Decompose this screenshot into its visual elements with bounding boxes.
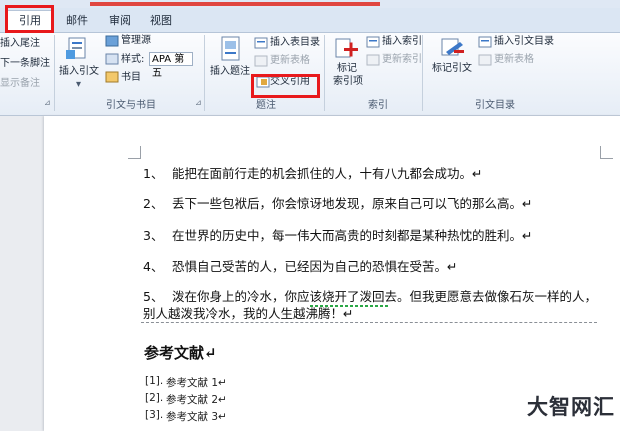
paragraph-text-continued[interactable]: 别人越泼我冷水，我的人生越沸腾！↵ bbox=[143, 306, 353, 322]
tab-view[interactable]: 视图 bbox=[150, 12, 172, 30]
mark-entry-button-line1[interactable]: 标记 bbox=[337, 63, 357, 75]
reference-number: [2]. bbox=[145, 392, 164, 404]
paragraph-number: 5、 bbox=[143, 289, 164, 304]
style-select[interactable]: APA 第五 bbox=[149, 52, 193, 79]
update-index-button[interactable]: 更新索引 bbox=[382, 54, 422, 66]
next-footnote-button[interactable]: 下一条脚注 bbox=[0, 58, 50, 70]
reference-number: [1]. bbox=[145, 375, 164, 387]
watermark-text: 大智网汇 bbox=[527, 395, 615, 419]
manage-sources-button[interactable]: 管理源 bbox=[121, 35, 151, 47]
title-strip bbox=[0, 0, 620, 8]
insert-index-icon[interactable] bbox=[366, 36, 380, 48]
dialog-launcher-icon[interactable]: ⊿ bbox=[44, 98, 51, 107]
cross-reference-highlight-box bbox=[251, 74, 320, 98]
bibliography-button[interactable]: 书目 bbox=[121, 72, 141, 84]
group-separator bbox=[324, 35, 325, 111]
paragraph-text[interactable]: 丢下一些包袱后，你会惊讶地发现，原来自己可以飞的那么高。↵ bbox=[172, 196, 532, 212]
insert-toa-button[interactable]: 插入引文目录 bbox=[494, 36, 554, 48]
paragraph-text[interactable]: 能把在面前行走的机会抓住的人，十有八九都会成功。↵ bbox=[172, 166, 482, 182]
mark-citation-button[interactable]: 标记引文 bbox=[432, 63, 472, 75]
dialog-launcher-icon[interactable]: ⊿ bbox=[195, 98, 202, 107]
update-toa-button[interactable]: 更新表格 bbox=[494, 54, 534, 66]
margin-corner-marker bbox=[128, 146, 141, 159]
mark-citation-icon[interactable] bbox=[440, 38, 466, 60]
index-group-label: 索引 bbox=[368, 100, 388, 111]
captions-group-label: 题注 bbox=[256, 100, 276, 111]
insert-citation-button[interactable]: 插入引文 bbox=[59, 66, 99, 78]
update-table-button[interactable]: 更新表格 bbox=[270, 55, 310, 67]
insert-caption-button[interactable]: 插入题注 bbox=[210, 66, 250, 78]
citations-group-label: 引文与书目 bbox=[106, 100, 156, 111]
style-label: 样式: bbox=[121, 54, 145, 65]
group-separator bbox=[54, 35, 55, 111]
insert-toa-icon[interactable] bbox=[478, 36, 492, 48]
references-heading[interactable]: 参考文献↵ bbox=[144, 342, 217, 363]
reference-item[interactable]: 参考文献 3↵ bbox=[166, 409, 227, 424]
mark-entry-icon[interactable] bbox=[334, 38, 360, 62]
paragraph-number: 1、 bbox=[143, 166, 164, 181]
insert-citation-icon[interactable] bbox=[66, 36, 90, 62]
group-separator bbox=[204, 35, 205, 111]
chevron-down-icon[interactable]: ▾ bbox=[76, 79, 81, 91]
paragraph-text[interactable]: 泼在你身上的冷水，你应该烧开了泼回去。但我更愿意去做像石灰一样的人， bbox=[172, 289, 597, 305]
insert-table-of-figures-button[interactable]: 插入表目录 bbox=[270, 37, 320, 49]
reference-item[interactable]: 参考文献 2↵ bbox=[166, 392, 227, 407]
paragraph-text[interactable]: 恐惧自己受苦的人，已经因为自己的恐惧在受苦。↵ bbox=[172, 259, 457, 275]
style-icon bbox=[105, 53, 119, 65]
paragraph-number: 2、 bbox=[143, 196, 164, 211]
tab-review[interactable]: 审阅 bbox=[109, 12, 131, 30]
paragraph-number: 4、 bbox=[143, 259, 164, 274]
toa-group-label: 引文目录 bbox=[475, 100, 515, 111]
tab-mailings[interactable]: 邮件 bbox=[66, 12, 88, 30]
update-table-icon[interactable] bbox=[254, 55, 268, 67]
insert-caption-icon[interactable] bbox=[220, 36, 242, 62]
mark-entry-button-line2[interactable]: 索引项 bbox=[333, 76, 363, 88]
update-table-icon[interactable] bbox=[478, 54, 492, 66]
bibliography-divider bbox=[141, 322, 597, 323]
group-separator bbox=[422, 35, 423, 111]
manage-sources-icon[interactable] bbox=[105, 35, 119, 47]
insert-index-button[interactable]: 插入索引 bbox=[382, 36, 422, 48]
highlight-bar bbox=[90, 2, 380, 6]
show-notes-button[interactable]: 显示备注 bbox=[0, 78, 40, 90]
paragraph-text[interactable]: 在世界的历史中，每一伟大而高贵的时刻都是某种热忱的胜利。↵ bbox=[172, 228, 532, 244]
paragraph-number: 3、 bbox=[143, 228, 164, 243]
ribbon-tab-bar: 引用 邮件 审阅 视图 bbox=[0, 8, 620, 33]
tab-highlight-box bbox=[5, 5, 54, 33]
insert-endnote-button[interactable]: 插入尾注 bbox=[0, 38, 40, 50]
update-index-icon[interactable] bbox=[366, 54, 380, 66]
margin-corner-marker bbox=[600, 146, 613, 159]
reference-item[interactable]: 参考文献 1↵ bbox=[166, 375, 227, 390]
bibliography-icon[interactable] bbox=[105, 71, 119, 83]
reference-number: [3]. bbox=[145, 409, 164, 421]
insert-table-of-figures-icon[interactable] bbox=[254, 37, 268, 49]
